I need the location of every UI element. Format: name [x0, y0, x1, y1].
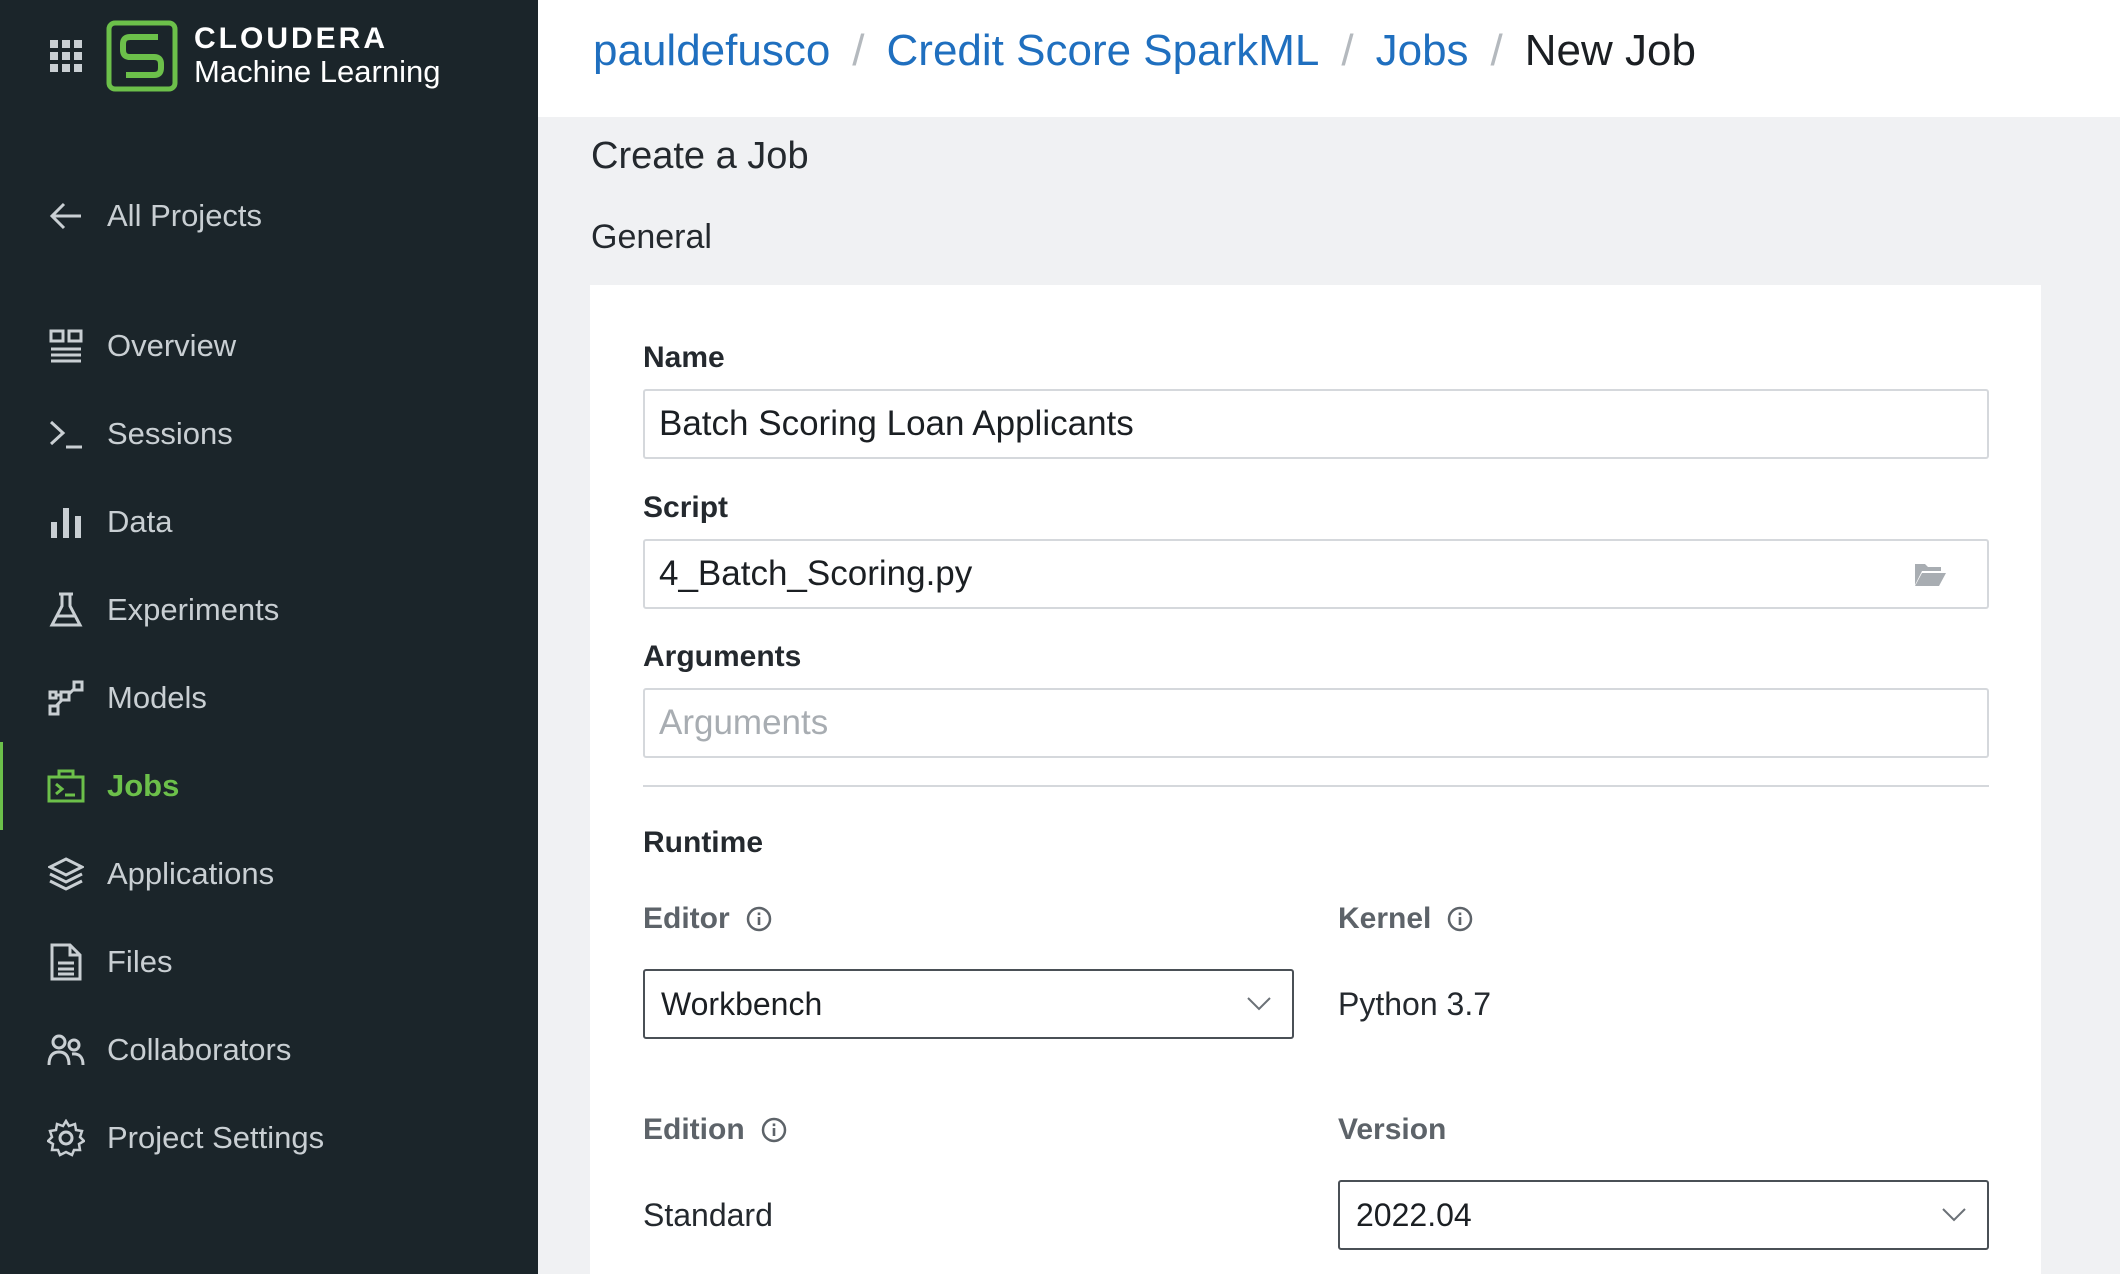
sidebar-item-sessions[interactable]: Sessions [0, 390, 538, 478]
sidebar-item-data[interactable]: Data [0, 478, 538, 566]
sidebar-item-files[interactable]: Files [0, 918, 538, 1006]
arguments-input[interactable] [643, 688, 1989, 758]
sidebar-item-applications[interactable]: Applications [0, 830, 538, 918]
flask-icon [46, 590, 86, 630]
version-select-value: 2022.04 [1356, 1196, 1472, 1233]
sidebar-item-label: Data [107, 504, 173, 539]
info-icon[interactable] [1447, 906, 1473, 932]
breadcrumb-project[interactable]: Credit Score SparkML [887, 26, 1320, 76]
editor-select-value: Workbench [661, 985, 823, 1022]
chevron-down-icon [1942, 1208, 1966, 1222]
breadcrumb-jobs[interactable]: Jobs [1376, 26, 1469, 76]
section-title-general: General [591, 218, 712, 256]
runtime-label: Runtime [643, 826, 763, 859]
sidebar-item-overview[interactable]: Overview [0, 302, 538, 390]
name-label: Name [643, 341, 725, 374]
sidebar-item-label: Models [107, 680, 207, 715]
sidebar-item-label: Experiments [107, 592, 280, 627]
kernel-label: Kernel [1338, 902, 1473, 936]
breadcrumb-separator: / [852, 26, 865, 75]
editor-label-text: Editor [643, 902, 730, 935]
sidebar-item-label: Files [107, 944, 173, 979]
script-field[interactable]: 4_Batch_Scoring.py [643, 539, 1989, 609]
sidebar-item-label: Project Settings [107, 1120, 325, 1155]
version-label: Version [1338, 1113, 1446, 1147]
script-value: 4_Batch_Scoring.py [659, 554, 973, 593]
jobs-icon [46, 766, 86, 806]
terminal-icon [46, 414, 86, 454]
file-icon [46, 942, 86, 982]
job-form-card: Name Script 4_Batch_Scoring.py Arguments… [590, 285, 2041, 1274]
edition-label-text: Edition [643, 1113, 745, 1146]
cloudera-logo-icon[interactable] [106, 20, 178, 92]
sidebar-item-project-settings[interactable]: Project Settings [0, 1094, 538, 1182]
nav-all-projects-label: All Projects [107, 198, 263, 233]
folder-open-icon[interactable] [1913, 560, 1947, 588]
info-icon[interactable] [746, 906, 772, 932]
overview-icon [46, 326, 86, 366]
editor-label: Editor [643, 902, 772, 936]
nav-all-projects[interactable]: All Projects [0, 186, 538, 246]
layers-icon [46, 854, 86, 894]
users-icon [46, 1030, 86, 1070]
breadcrumb-current: New Job [1524, 26, 1696, 75]
sidebar-item-label: Collaborators [107, 1032, 292, 1067]
breadcrumb-user[interactable]: pauldefusco [593, 26, 830, 76]
sidebar-item-label: Jobs [107, 768, 180, 803]
brand-bar: CLOUDERA Machine Learning [0, 0, 538, 115]
sidebar-item-label: Overview [107, 328, 237, 363]
gear-icon [46, 1118, 86, 1158]
breadcrumb-separator: / [1341, 26, 1354, 75]
editor-select[interactable]: Workbench [643, 969, 1294, 1039]
breadcrumb: pauldefusco / Credit Score SparkML / Job… [593, 26, 1696, 76]
sidebar-item-label: Applications [107, 856, 275, 891]
sidebar-item-label: Sessions [107, 416, 233, 451]
model-graph-icon [46, 678, 86, 718]
script-label: Script [643, 491, 729, 524]
top-header: pauldefusco / Credit Score SparkML / Job… [538, 0, 2120, 117]
sidebar-item-experiments[interactable]: Experiments [0, 566, 538, 654]
brand-name: CLOUDERA [194, 22, 388, 55]
name-input[interactable] [643, 389, 1989, 459]
brand-product: Machine Learning [194, 54, 441, 89]
sidebar-item-models[interactable]: Models [0, 654, 538, 742]
version-select[interactable]: 2022.04 [1338, 1180, 1989, 1250]
kernel-label-text: Kernel [1338, 902, 1432, 935]
chevron-down-icon [1247, 997, 1271, 1011]
info-icon[interactable] [761, 1117, 787, 1143]
kernel-value: Python 3.7 [1338, 986, 1491, 1022]
edition-value: Standard [643, 1197, 773, 1233]
form-divider [643, 785, 1989, 787]
arrow-left-icon [46, 196, 86, 236]
sidebar: CLOUDERA Machine Learning All Projects O… [0, 0, 538, 1274]
project-nav: Overview Sessions Data Experiments Model… [0, 302, 538, 1182]
page-title: Create a Job [591, 135, 809, 177]
breadcrumb-separator: / [1490, 26, 1503, 75]
bar-chart-icon [46, 502, 86, 542]
sidebar-item-jobs[interactable]: Jobs [0, 742, 538, 830]
arguments-label: Arguments [643, 640, 802, 673]
app-switcher-icon[interactable] [50, 40, 82, 72]
sidebar-item-collaborators[interactable]: Collaborators [0, 1006, 538, 1094]
version-label-text: Version [1338, 1113, 1447, 1146]
edition-label: Edition [643, 1113, 787, 1147]
